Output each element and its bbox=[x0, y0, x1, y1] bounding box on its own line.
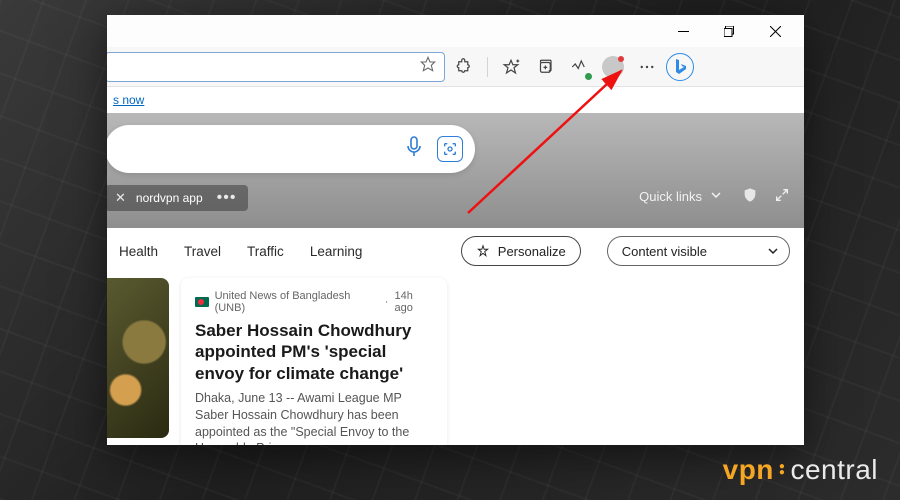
feed-tab-health[interactable]: Health bbox=[119, 244, 158, 259]
shield-icon[interactable] bbox=[742, 187, 758, 208]
voice-search-icon[interactable] bbox=[405, 136, 423, 163]
profile-button[interactable] bbox=[598, 52, 628, 82]
feed-tab-learning[interactable]: Learning bbox=[310, 244, 363, 259]
maximize-button[interactable] bbox=[706, 15, 752, 47]
favorite-star-icon[interactable] bbox=[420, 56, 436, 77]
content-visibility-dropdown[interactable]: Content visible bbox=[607, 236, 790, 266]
bookmark-bar: s now bbox=[107, 87, 804, 113]
new-tab-hero: ✕ nordvpn app ••• Quick links bbox=[107, 113, 804, 228]
sparkle-icon bbox=[476, 244, 490, 258]
bookmark-link[interactable]: s now bbox=[113, 93, 144, 107]
avatar bbox=[602, 56, 624, 78]
minimize-button[interactable] bbox=[660, 15, 706, 47]
feed-tab-traffic[interactable]: Traffic bbox=[247, 244, 284, 259]
news-card-source-row: United News of Bangladesh (UNB) · 14h ag… bbox=[195, 290, 433, 314]
news-time: 14h ago bbox=[394, 290, 433, 314]
chevron-down-icon bbox=[767, 245, 779, 257]
content-visible-label: Content visible bbox=[622, 244, 707, 259]
feed-category-bar: Health Travel Traffic Learning Personali… bbox=[107, 228, 804, 274]
search-box[interactable] bbox=[107, 125, 475, 173]
watermark-part-a: vpn bbox=[723, 454, 774, 486]
address-bar[interactable] bbox=[107, 52, 445, 82]
expand-icon[interactable] bbox=[774, 187, 790, 208]
window-titlebar bbox=[107, 15, 804, 47]
chevron-down-icon bbox=[710, 189, 722, 204]
toolbar-separator bbox=[487, 57, 488, 77]
performance-icon[interactable] bbox=[564, 52, 594, 82]
browser-toolbar bbox=[107, 47, 804, 87]
news-card[interactable]: United News of Bangladesh (UNB) · 14h ag… bbox=[181, 278, 447, 445]
quick-links-label: Quick links bbox=[639, 189, 702, 204]
favorites-icon[interactable] bbox=[496, 52, 526, 82]
collections-icon[interactable] bbox=[530, 52, 560, 82]
watermark: vpn ●● central bbox=[723, 454, 878, 486]
personalize-button[interactable]: Personalize bbox=[461, 236, 581, 266]
watermark-part-b: central bbox=[790, 454, 878, 486]
status-dot-icon bbox=[585, 73, 592, 80]
watermark-dot-icon: ●● bbox=[779, 464, 786, 476]
chip-more-icon[interactable]: ••• bbox=[217, 189, 237, 207]
news-thumbnail[interactable] bbox=[107, 278, 169, 438]
chip-label: nordvpn app bbox=[136, 191, 203, 205]
hero-actions bbox=[742, 187, 790, 208]
close-button[interactable] bbox=[752, 15, 798, 47]
more-menu-button[interactable] bbox=[632, 52, 662, 82]
bing-icon bbox=[673, 58, 687, 76]
feed-tab-travel[interactable]: Travel bbox=[184, 244, 221, 259]
quick-links-toggle[interactable]: Quick links bbox=[639, 189, 722, 204]
news-feed: United News of Bangladesh (UNB) · 14h ag… bbox=[107, 274, 804, 445]
bing-sidebar-button[interactable] bbox=[666, 53, 694, 81]
image-search-icon[interactable] bbox=[437, 136, 463, 162]
news-source: United News of Bangladesh (UNB) bbox=[215, 290, 379, 314]
personalize-label: Personalize bbox=[498, 244, 566, 259]
source-flag-icon bbox=[195, 297, 209, 307]
browser-window: s now ✕ nordvpn app ••• Quick links bbox=[107, 15, 804, 445]
extensions-icon[interactable] bbox=[449, 52, 479, 82]
news-title: Saber Hossain Chowdhury appointed PM's '… bbox=[195, 320, 433, 384]
recent-search-chip[interactable]: ✕ nordvpn app ••• bbox=[107, 185, 248, 211]
news-summary: Dhaka, June 13 -- Awami League MP Saber … bbox=[195, 390, 433, 445]
chip-close-icon[interactable]: ✕ bbox=[115, 190, 126, 206]
